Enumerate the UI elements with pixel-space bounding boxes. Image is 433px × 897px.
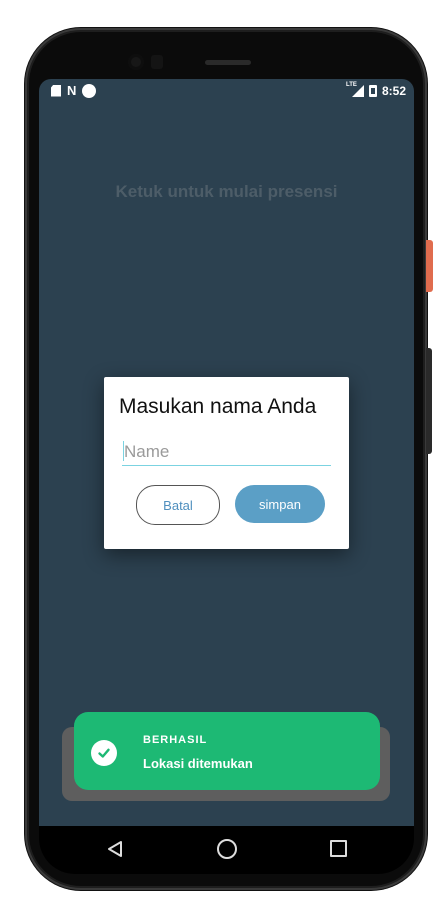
cancel-button[interactable]: Batal — [136, 485, 220, 525]
toast-message: Lokasi ditemukan — [143, 756, 253, 771]
earpiece-speaker — [205, 60, 251, 65]
dialog-title: Masukan nama Anda — [119, 395, 317, 418]
start-attendance-prompt[interactable]: Ketuk untuk mulai presensi — [39, 182, 414, 202]
proximity-sensor — [151, 55, 163, 69]
front-camera — [128, 54, 144, 70]
dot-icon — [82, 83, 97, 98]
n-icon: N — [67, 83, 77, 98]
check-circle-icon — [91, 740, 117, 766]
name-dialog: Masukan nama Anda Batal simpan — [104, 377, 349, 549]
status-bar: N LTE 8:52 — [39, 79, 414, 105]
lte-signal-icon: LTE — [346, 82, 364, 97]
power-button — [426, 240, 433, 292]
sd-card-icon — [51, 84, 61, 97]
text-cursor — [123, 441, 124, 461]
volume-button — [426, 348, 432, 454]
name-input[interactable] — [122, 439, 331, 466]
success-toast[interactable]: BERHASIL Lokasi ditemukan — [74, 712, 380, 790]
system-nav-bar — [39, 826, 414, 874]
app-screen: N LTE 8:52 Ketuk untuk mulai presensi Ma… — [39, 79, 414, 826]
save-button[interactable]: simpan — [235, 485, 325, 523]
battery-icon — [368, 85, 377, 97]
home-icon[interactable] — [217, 839, 237, 859]
status-time: 8:52 — [381, 84, 406, 98]
toast-title: BERHASIL — [143, 734, 208, 746]
back-icon[interactable] — [107, 840, 123, 863]
recents-icon[interactable] — [330, 840, 347, 857]
